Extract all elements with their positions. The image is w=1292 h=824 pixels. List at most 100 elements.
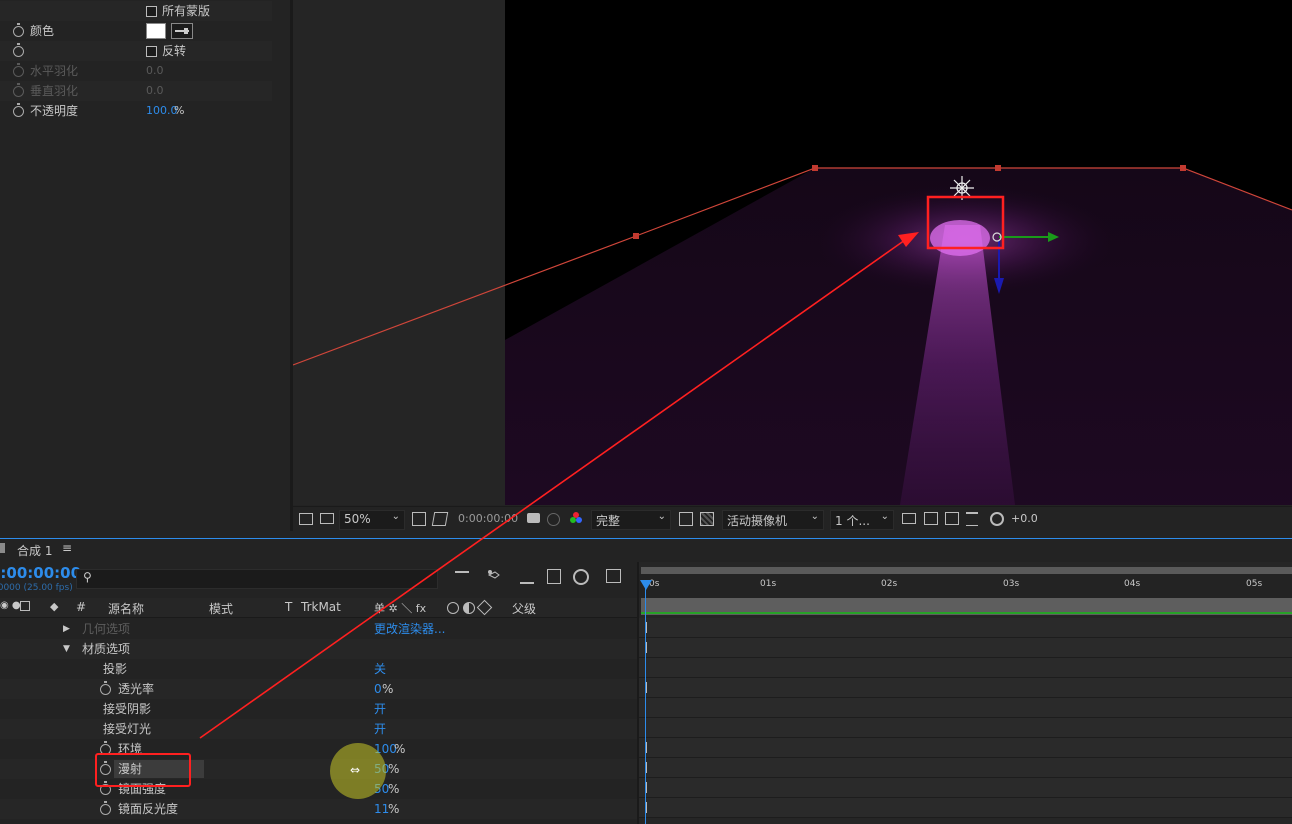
layer-outline <box>293 167 1292 366</box>
stopwatch-icon[interactable] <box>13 63 24 77</box>
camera-dropdown[interactable]: 活动摄像机 ⌄ <box>722 510 824 530</box>
exposure-value[interactable]: +0.0 <box>1011 512 1038 525</box>
fast-preview-icon[interactable] <box>924 512 938 525</box>
percent-unit: % <box>382 682 394 696</box>
current-timecode[interactable]: 0:00:00:00 <box>0 564 81 582</box>
outline-handle[interactable] <box>995 165 1001 171</box>
graph-editor-icon[interactable] <box>606 569 621 583</box>
monitor-icon[interactable] <box>320 513 334 524</box>
zoom-value: 50% <box>344 512 371 526</box>
specular-shininess-value[interactable]: 11 <box>374 799 389 819</box>
chevron-down-icon: ⌄ <box>657 511 666 522</box>
stopwatch-icon[interactable] <box>100 681 111 695</box>
motion-blur-icon[interactable] <box>573 569 589 585</box>
motion-blur-switch-icon[interactable] <box>463 602 475 614</box>
show-snapshot-icon[interactable] <box>547 513 560 526</box>
timeline-lane <box>639 758 1292 778</box>
flowchart-icon[interactable] <box>966 512 978 526</box>
all-masks-checkbox[interactable] <box>146 6 157 17</box>
transparency-grid-icon[interactable] <box>700 512 714 526</box>
specular-shininess-label: 镜面反光度 <box>118 802 179 816</box>
layer-column-headers: ◉ ● ◆ # 源名称 模式 T TrkMat 单 ✲ ＼ fx 父级 <box>0 598 637 618</box>
playhead-icon[interactable] <box>640 580 652 590</box>
adjustment-icon[interactable] <box>447 602 459 614</box>
stopwatch-icon[interactable] <box>13 43 24 57</box>
color-label: 颜色 <box>30 24 55 38</box>
region-of-interest-icon[interactable] <box>679 512 693 526</box>
reset-exposure-icon[interactable] <box>990 512 1004 526</box>
lock-icon[interactable] <box>20 601 30 611</box>
color-swatch[interactable] <box>146 23 166 39</box>
tab-menu-icon[interactable]: ≡ <box>62 541 72 555</box>
time-ruler[interactable]: 0s 01s 02s 03s 04s 05s <box>639 574 1292 598</box>
cast-shadows-label: 投影 <box>103 662 128 676</box>
shy-layers-icon[interactable] <box>520 570 534 584</box>
zoom-dropdown[interactable]: 50% ⌄ <box>339 510 405 530</box>
layer-rendered-bar <box>641 612 1292 614</box>
resolution-dropdown[interactable]: 完整 ⌄ <box>591 510 671 530</box>
timeline-lane <box>639 678 1292 698</box>
ruler-label: 04s <box>1124 579 1141 589</box>
outline-handle[interactable] <box>1180 165 1186 171</box>
viewer-timecode[interactable]: 0:00:00:00 <box>458 512 518 525</box>
av-switches-icon[interactable]: ◉ ● <box>0 600 21 611</box>
eyedropper-icon[interactable] <box>171 23 193 39</box>
timeline-lane <box>639 778 1292 798</box>
playhead-line[interactable] <box>645 580 646 824</box>
h-feather-value[interactable]: 0.0 <box>146 61 164 81</box>
x-axis-arrow-icon[interactable] <box>1048 232 1059 242</box>
accepts-shadows-value[interactable]: 开 <box>374 699 386 719</box>
col-trkmat[interactable]: TrkMat <box>301 600 341 614</box>
toggle-view-icon[interactable] <box>902 513 916 524</box>
invert-checkbox[interactable] <box>146 46 157 57</box>
timeline-lane <box>639 638 1292 658</box>
change-renderer-link[interactable]: 更改渲染器... <box>374 619 445 639</box>
material-options-row[interactable]: ▼ 材质选项 <box>0 639 637 659</box>
label-icon[interactable]: ◆ <box>50 600 58 613</box>
stopwatch-icon[interactable] <box>13 83 24 97</box>
timeline-graph[interactable]: 0s 01s 02s 03s 04s 05s <box>639 562 1292 824</box>
timeline-tab[interactable]: 合成 1 <box>17 542 52 559</box>
stopwatch-icon[interactable] <box>100 801 111 815</box>
stopwatch-icon[interactable] <box>13 23 24 37</box>
snapshot-icon[interactable] <box>527 513 540 523</box>
draft-3d-icon[interactable] <box>486 569 500 583</box>
views-dropdown[interactable]: 1 个... ⌄ <box>830 510 894 530</box>
3d-layer-icon[interactable] <box>476 599 493 616</box>
mask-visibility-icon[interactable] <box>431 512 449 526</box>
cast-shadows-value[interactable]: 关 <box>374 659 386 679</box>
fps-label: 00000 (25.00 fps) <box>0 583 73 593</box>
timeline-lane <box>639 738 1292 758</box>
scrub-cursor-icon: ⇔ <box>350 763 361 777</box>
comp-mini-flowchart-icon[interactable] <box>455 571 469 583</box>
work-area-bar[interactable] <box>641 567 1292 574</box>
v-feather-value[interactable]: 0.0 <box>146 81 164 101</box>
timeline-lane <box>639 718 1292 738</box>
ruler-label: 02s <box>881 579 898 589</box>
timeline-lane <box>639 698 1292 718</box>
collapse-arrow-icon[interactable]: ▼ <box>63 639 70 659</box>
opacity-value[interactable]: 100.0 <box>146 101 178 121</box>
always-preview-icon[interactable] <box>299 513 313 525</box>
col-parent[interactable]: 父级 <box>512 600 536 617</box>
timeline-icon[interactable] <box>945 512 959 525</box>
col-source-name[interactable]: 源名称 <box>108 600 144 617</box>
ruler-label: 05s <box>1246 579 1263 589</box>
channel-icon[interactable] <box>569 511 583 528</box>
grid-icon[interactable] <box>412 512 426 526</box>
accepts-lights-value[interactable]: 开 <box>374 719 386 739</box>
timeline-lane <box>639 658 1292 678</box>
outline-handle[interactable] <box>812 165 818 171</box>
light-transmission-value[interactable]: 0 <box>374 679 382 699</box>
stopwatch-icon[interactable] <box>13 103 24 117</box>
geometry-options-label: 几何选项 <box>82 622 131 636</box>
layer-search-input[interactable]: ⚲ <box>76 569 438 589</box>
col-mode[interactable]: 模式 <box>209 600 233 617</box>
outline-handle[interactable] <box>633 233 639 239</box>
z-axis-arrow-icon[interactable] <box>994 278 1004 294</box>
geometry-options-row[interactable]: ▶ 几何选项 更改渲染器... <box>0 619 637 639</box>
expand-arrow-icon[interactable]: ▶ <box>63 619 70 639</box>
frame-blending-icon[interactable] <box>547 569 561 584</box>
timeline-lane <box>639 618 1292 638</box>
opacity-row: 不透明度 100.0 % <box>0 101 272 121</box>
